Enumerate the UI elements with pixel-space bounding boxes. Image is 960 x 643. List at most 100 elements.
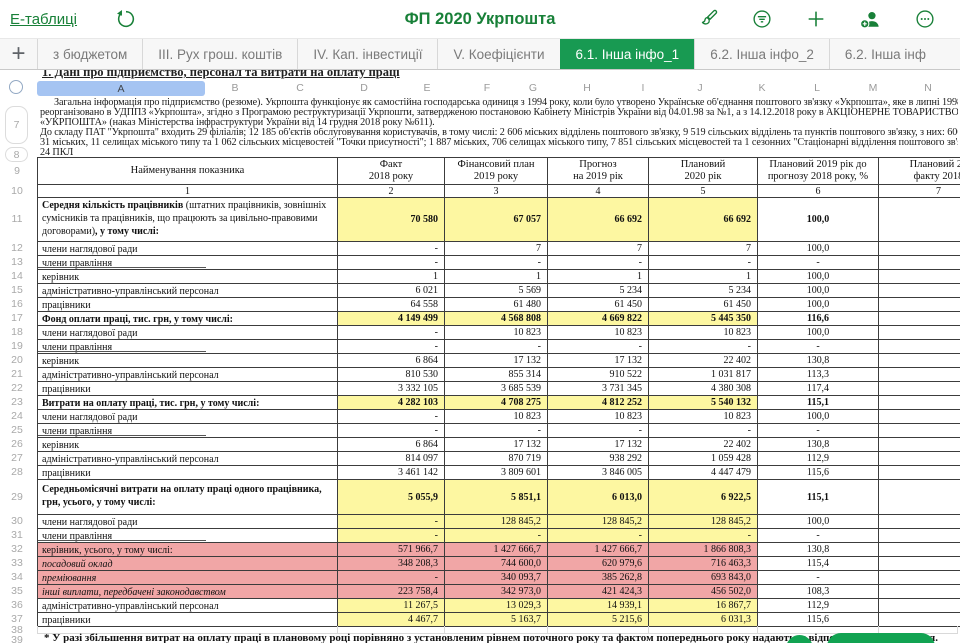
value-cell[interactable]: 938 292 [548, 452, 649, 466]
value-cell[interactable]: 115,1 [758, 396, 879, 410]
column-letter-selected[interactable]: A [37, 81, 205, 96]
column-number-cell[interactable]: 3 [445, 185, 548, 198]
value-cell[interactable]: 13 029,3 [445, 599, 548, 613]
back-link[interactable]: Е-таблиці [10, 11, 77, 28]
value-cell[interactable]: 7 [649, 242, 758, 256]
row-label-cell[interactable]: члени наглядової ради [38, 515, 338, 529]
row-label-cell[interactable]: члени наглядової ради [38, 326, 338, 340]
value-cell[interactable]: 4 447 479 [649, 466, 758, 480]
value-cell[interactable]: 115,6 [758, 613, 879, 627]
value-cell[interactable]: 108,3 [758, 585, 879, 599]
column-letter[interactable]: G [529, 82, 537, 94]
value-cell[interactable]: 4 669 822 [548, 312, 649, 326]
row-label-cell[interactable]: члени наглядової ради [38, 410, 338, 424]
value-cell[interactable]: 10 823 [649, 410, 758, 424]
row-header-10[interactable]: 10 [0, 184, 34, 197]
section-title-cell[interactable]: 1. Дані про підприємство, персонал та ви… [42, 70, 400, 80]
row-label-cell[interactable]: Витрати на оплату праці, тис. грн, у том… [38, 396, 338, 410]
value-cell[interactable]: 716 463,3 [649, 557, 758, 571]
empty-cell[interactable] [879, 242, 960, 256]
value-cell[interactable]: - [758, 340, 879, 354]
row-label-cell[interactable]: працівники [38, 466, 338, 480]
row-label-cell[interactable]: преміювання [38, 571, 338, 585]
row-header-32[interactable]: 32 [0, 542, 34, 556]
header-cell[interactable]: Факт2018 року [338, 158, 445, 185]
value-cell[interactable]: 5 569 [445, 284, 548, 298]
column-letter[interactable]: F [484, 82, 490, 94]
row-header-36[interactable]: 36 [0, 598, 34, 612]
value-cell[interactable]: - [338, 256, 445, 270]
value-cell[interactable]: 61 450 [649, 298, 758, 312]
row-header-14[interactable]: 14 [0, 269, 34, 283]
row-header-11[interactable]: 11 [0, 197, 34, 241]
value-cell[interactable]: 342 973,0 [445, 585, 548, 599]
value-cell[interactable]: 6 864 [338, 438, 445, 452]
empty-cell[interactable] [879, 424, 960, 438]
value-cell[interactable]: 10 823 [548, 326, 649, 340]
value-cell[interactable]: 7 [548, 242, 649, 256]
value-cell[interactable]: 128 845,2 [548, 515, 649, 529]
row-header-15[interactable]: 15 [0, 283, 34, 297]
header-cell[interactable]: Прогнозна 2019 рік [548, 158, 649, 185]
value-cell[interactable]: 870 719 [445, 452, 548, 466]
value-cell[interactable]: 340 093,7 [445, 571, 548, 585]
row-header-20[interactable]: 20 [0, 353, 34, 367]
value-cell[interactable]: 3 809 601 [445, 466, 548, 480]
column-number-cell[interactable]: 5 [649, 185, 758, 198]
column-number-cell[interactable]: 2 [338, 185, 445, 198]
sheet-tab-4[interactable]: V. Коефіцієнти [437, 39, 559, 69]
row-header-9[interactable]: 9 [0, 157, 34, 184]
column-letter[interactable]: M [869, 82, 878, 94]
value-cell[interactable]: 66 692 [649, 198, 758, 242]
value-cell[interactable]: 130,8 [758, 354, 879, 368]
value-cell[interactable]: 744 600,0 [445, 557, 548, 571]
header-cell[interactable]: Найменування показника [38, 158, 338, 185]
footnote-cell[interactable]: * У разі збільшення витрат на оплату пра… [44, 632, 956, 643]
header-cell[interactable]: Плановий 2019 рік допрогнозу 2018 року, … [758, 158, 879, 185]
row-label-cell[interactable]: адміністративно-управлінський персонал [38, 368, 338, 382]
value-cell[interactable]: 5 445 350 [649, 312, 758, 326]
column-letter[interactable]: J [697, 82, 702, 94]
column-letter[interactable]: D [360, 82, 368, 94]
column-letter[interactable]: E [423, 82, 430, 94]
value-cell[interactable]: - [445, 340, 548, 354]
value-cell[interactable]: 67 057 [445, 198, 548, 242]
column-letter[interactable]: H [583, 82, 591, 94]
row-label-cell[interactable]: працівники [38, 613, 338, 627]
row-header-30[interactable]: 30 [0, 514, 34, 528]
row-header-13[interactable]: 13 [0, 255, 34, 269]
value-cell[interactable]: 693 843,0 [649, 571, 758, 585]
empty-cell[interactable] [879, 256, 960, 270]
value-cell[interactable]: 6 031,3 [649, 613, 758, 627]
row-header-38[interactable]: 38 [0, 626, 34, 633]
row-header-27[interactable]: 27 [0, 451, 34, 465]
row-header-29[interactable]: 29 [0, 479, 34, 514]
row-label-cell[interactable]: Середня кількість працівників (штатних п… [38, 198, 338, 242]
value-cell[interactable]: 100,0 [758, 410, 879, 424]
row-header-21[interactable]: 21 [0, 367, 34, 381]
value-cell[interactable]: 571 966,7 [338, 543, 445, 557]
value-cell[interactable]: 3 731 345 [548, 382, 649, 396]
value-cell[interactable]: 113,3 [758, 368, 879, 382]
row-label-cell[interactable]: адміністративно-управлінський персонал [38, 284, 338, 298]
empty-cell[interactable] [879, 340, 960, 354]
value-cell[interactable]: 456 502,0 [649, 585, 758, 599]
row-header-26[interactable]: 26 [0, 437, 34, 451]
row-label-cell[interactable]: Середньомісячні витрати на оплату праці … [38, 480, 338, 515]
row-label-cell[interactable]: керівник [38, 354, 338, 368]
value-cell[interactable]: 128 845,2 [649, 515, 758, 529]
value-cell[interactable]: 5 540 132 [649, 396, 758, 410]
value-cell[interactable]: 22 402 [649, 354, 758, 368]
value-cell[interactable]: 17 132 [445, 354, 548, 368]
row-label-cell[interactable]: адміністративно-управлінський персонал [38, 599, 338, 613]
column-letter[interactable]: N [924, 82, 932, 94]
select-all-circle-icon[interactable] [9, 80, 23, 94]
value-cell[interactable]: 61 450 [548, 298, 649, 312]
value-cell[interactable]: - [445, 256, 548, 270]
value-cell[interactable]: 61 480 [445, 298, 548, 312]
row-header-19[interactable]: 19 [0, 339, 34, 353]
value-cell[interactable]: - [649, 340, 758, 354]
sheet-tab-1[interactable]: з бюджетом [37, 39, 142, 69]
value-cell[interactable]: 1 [649, 270, 758, 284]
value-cell[interactable]: 810 530 [338, 368, 445, 382]
